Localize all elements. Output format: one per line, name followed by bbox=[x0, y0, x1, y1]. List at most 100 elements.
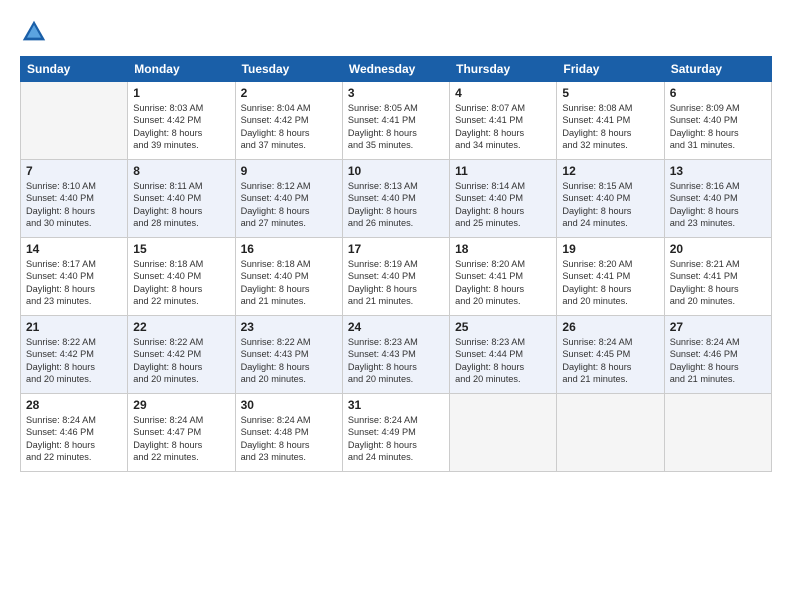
calendar-header-saturday: Saturday bbox=[664, 57, 771, 82]
calendar: SundayMondayTuesdayWednesdayThursdayFrid… bbox=[20, 56, 772, 472]
day-number: 10 bbox=[348, 164, 444, 178]
day-info: Sunrise: 8:24 AM Sunset: 4:49 PM Dayligh… bbox=[348, 414, 444, 464]
calendar-cell bbox=[21, 82, 128, 160]
day-info: Sunrise: 8:24 AM Sunset: 4:46 PM Dayligh… bbox=[670, 336, 766, 386]
day-info: Sunrise: 8:08 AM Sunset: 4:41 PM Dayligh… bbox=[562, 102, 658, 152]
day-info: Sunrise: 8:22 AM Sunset: 4:42 PM Dayligh… bbox=[26, 336, 122, 386]
day-info: Sunrise: 8:24 AM Sunset: 4:46 PM Dayligh… bbox=[26, 414, 122, 464]
calendar-week-row: 1 Sunrise: 8:03 AM Sunset: 4:42 PM Daylig… bbox=[21, 82, 772, 160]
day-info: Sunrise: 8:24 AM Sunset: 4:48 PM Dayligh… bbox=[241, 414, 337, 464]
calendar-cell: 21 Sunrise: 8:22 AM Sunset: 4:42 PM Dayli… bbox=[21, 316, 128, 394]
day-number: 24 bbox=[348, 320, 444, 334]
header bbox=[20, 18, 772, 46]
calendar-cell: 27 Sunrise: 8:24 AM Sunset: 4:46 PM Dayli… bbox=[664, 316, 771, 394]
day-number: 31 bbox=[348, 398, 444, 412]
day-info: Sunrise: 8:15 AM Sunset: 4:40 PM Dayligh… bbox=[562, 180, 658, 230]
calendar-cell: 26 Sunrise: 8:24 AM Sunset: 4:45 PM Dayli… bbox=[557, 316, 664, 394]
logo-icon bbox=[20, 18, 48, 46]
day-number: 12 bbox=[562, 164, 658, 178]
day-info: Sunrise: 8:11 AM Sunset: 4:40 PM Dayligh… bbox=[133, 180, 229, 230]
day-number: 28 bbox=[26, 398, 122, 412]
day-info: Sunrise: 8:09 AM Sunset: 4:40 PM Dayligh… bbox=[670, 102, 766, 152]
day-number: 15 bbox=[133, 242, 229, 256]
calendar-cell: 5Sunrise: 8:08 AM Sunset: 4:41 PM Daylig… bbox=[557, 82, 664, 160]
day-number: 14 bbox=[26, 242, 122, 256]
day-number: 29 bbox=[133, 398, 229, 412]
day-number: 9 bbox=[241, 164, 337, 178]
day-number: 2 bbox=[241, 86, 337, 100]
calendar-cell: 6 Sunrise: 8:09 AM Sunset: 4:40 PM Daylig… bbox=[664, 82, 771, 160]
calendar-header-wednesday: Wednesday bbox=[342, 57, 449, 82]
calendar-header-sunday: Sunday bbox=[21, 57, 128, 82]
logo bbox=[20, 18, 52, 46]
day-info: Sunrise: 8:22 AM Sunset: 4:43 PM Dayligh… bbox=[241, 336, 337, 386]
day-number: 26 bbox=[562, 320, 658, 334]
day-info: Sunrise: 8:17 AM Sunset: 4:40 PM Dayligh… bbox=[26, 258, 122, 308]
day-info: Sunrise: 8:18 AM Sunset: 4:40 PM Dayligh… bbox=[133, 258, 229, 308]
calendar-cell: 28 Sunrise: 8:24 AM Sunset: 4:46 PM Dayli… bbox=[21, 394, 128, 472]
day-info: Sunrise: 8:04 AM Sunset: 4:42 PM Dayligh… bbox=[241, 102, 337, 152]
day-info: Sunrise: 8:20 AM Sunset: 4:41 PM Dayligh… bbox=[562, 258, 658, 308]
calendar-cell: 24 Sunrise: 8:23 AM Sunset: 4:43 PM Dayli… bbox=[342, 316, 449, 394]
calendar-cell: 14 Sunrise: 8:17 AM Sunset: 4:40 PM Dayli… bbox=[21, 238, 128, 316]
calendar-cell: 12 Sunrise: 8:15 AM Sunset: 4:40 PM Dayli… bbox=[557, 160, 664, 238]
day-number: 19 bbox=[562, 242, 658, 256]
day-number: 8 bbox=[133, 164, 229, 178]
day-info: Sunrise: 8:23 AM Sunset: 4:43 PM Dayligh… bbox=[348, 336, 444, 386]
day-info: Sunrise: 8:21 AM Sunset: 4:41 PM Dayligh… bbox=[670, 258, 766, 308]
calendar-cell bbox=[450, 394, 557, 472]
day-info: Sunrise: 8:03 AM Sunset: 4:42 PM Dayligh… bbox=[133, 102, 229, 152]
day-info: Sunrise: 8:22 AM Sunset: 4:42 PM Dayligh… bbox=[133, 336, 229, 386]
calendar-cell: 23 Sunrise: 8:22 AM Sunset: 4:43 PM Dayli… bbox=[235, 316, 342, 394]
calendar-cell: 7 Sunrise: 8:10 AM Sunset: 4:40 PM Daylig… bbox=[21, 160, 128, 238]
day-info: Sunrise: 8:20 AM Sunset: 4:41 PM Dayligh… bbox=[455, 258, 551, 308]
day-number: 25 bbox=[455, 320, 551, 334]
calendar-header-row: SundayMondayTuesdayWednesdayThursdayFrid… bbox=[21, 57, 772, 82]
calendar-cell: 22Sunrise: 8:22 AM Sunset: 4:42 PM Dayli… bbox=[128, 316, 235, 394]
calendar-cell: 18 Sunrise: 8:20 AM Sunset: 4:41 PM Dayli… bbox=[450, 238, 557, 316]
calendar-week-row: 21 Sunrise: 8:22 AM Sunset: 4:42 PM Dayli… bbox=[21, 316, 772, 394]
day-info: Sunrise: 8:24 AM Sunset: 4:45 PM Dayligh… bbox=[562, 336, 658, 386]
calendar-cell: 13 Sunrise: 8:16 AM Sunset: 4:40 PM Dayli… bbox=[664, 160, 771, 238]
calendar-cell: 31 Sunrise: 8:24 AM Sunset: 4:49 PM Dayli… bbox=[342, 394, 449, 472]
page: SundayMondayTuesdayWednesdayThursdayFrid… bbox=[0, 0, 792, 612]
day-info: Sunrise: 8:05 AM Sunset: 4:41 PM Dayligh… bbox=[348, 102, 444, 152]
day-info: Sunrise: 8:10 AM Sunset: 4:40 PM Dayligh… bbox=[26, 180, 122, 230]
calendar-cell: 29 Sunrise: 8:24 AM Sunset: 4:47 PM Dayli… bbox=[128, 394, 235, 472]
day-number: 23 bbox=[241, 320, 337, 334]
day-number: 13 bbox=[670, 164, 766, 178]
calendar-cell: 17 Sunrise: 8:19 AM Sunset: 4:40 PM Dayli… bbox=[342, 238, 449, 316]
day-info: Sunrise: 8:07 AM Sunset: 4:41 PM Dayligh… bbox=[455, 102, 551, 152]
day-number: 18 bbox=[455, 242, 551, 256]
day-number: 11 bbox=[455, 164, 551, 178]
day-number: 1 bbox=[133, 86, 229, 100]
calendar-cell: 16Sunrise: 8:18 AM Sunset: 4:40 PM Dayli… bbox=[235, 238, 342, 316]
day-number: 17 bbox=[348, 242, 444, 256]
day-number: 30 bbox=[241, 398, 337, 412]
calendar-cell: 20Sunrise: 8:21 AM Sunset: 4:41 PM Dayli… bbox=[664, 238, 771, 316]
calendar-cell: 30 Sunrise: 8:24 AM Sunset: 4:48 PM Dayli… bbox=[235, 394, 342, 472]
calendar-cell: 19 Sunrise: 8:20 AM Sunset: 4:41 PM Dayli… bbox=[557, 238, 664, 316]
calendar-cell: 25 Sunrise: 8:23 AM Sunset: 4:44 PM Dayli… bbox=[450, 316, 557, 394]
calendar-week-row: 28 Sunrise: 8:24 AM Sunset: 4:46 PM Dayli… bbox=[21, 394, 772, 472]
calendar-header-thursday: Thursday bbox=[450, 57, 557, 82]
day-info: Sunrise: 8:19 AM Sunset: 4:40 PM Dayligh… bbox=[348, 258, 444, 308]
day-info: Sunrise: 8:16 AM Sunset: 4:40 PM Dayligh… bbox=[670, 180, 766, 230]
calendar-cell: 3Sunrise: 8:05 AM Sunset: 4:41 PM Daylig… bbox=[342, 82, 449, 160]
day-number: 6 bbox=[670, 86, 766, 100]
day-info: Sunrise: 8:18 AM Sunset: 4:40 PM Dayligh… bbox=[241, 258, 337, 308]
calendar-cell: 9Sunrise: 8:12 AM Sunset: 4:40 PM Daylig… bbox=[235, 160, 342, 238]
day-number: 27 bbox=[670, 320, 766, 334]
calendar-cell bbox=[557, 394, 664, 472]
calendar-cell bbox=[664, 394, 771, 472]
calendar-cell: 11Sunrise: 8:14 AM Sunset: 4:40 PM Dayli… bbox=[450, 160, 557, 238]
day-info: Sunrise: 8:24 AM Sunset: 4:47 PM Dayligh… bbox=[133, 414, 229, 464]
calendar-cell: 8 Sunrise: 8:11 AM Sunset: 4:40 PM Daylig… bbox=[128, 160, 235, 238]
day-number: 21 bbox=[26, 320, 122, 334]
calendar-cell: 4Sunrise: 8:07 AM Sunset: 4:41 PM Daylig… bbox=[450, 82, 557, 160]
day-info: Sunrise: 8:23 AM Sunset: 4:44 PM Dayligh… bbox=[455, 336, 551, 386]
calendar-cell: 10Sunrise: 8:13 AM Sunset: 4:40 PM Dayli… bbox=[342, 160, 449, 238]
calendar-header-monday: Monday bbox=[128, 57, 235, 82]
day-number: 7 bbox=[26, 164, 122, 178]
calendar-cell: 15 Sunrise: 8:18 AM Sunset: 4:40 PM Dayli… bbox=[128, 238, 235, 316]
